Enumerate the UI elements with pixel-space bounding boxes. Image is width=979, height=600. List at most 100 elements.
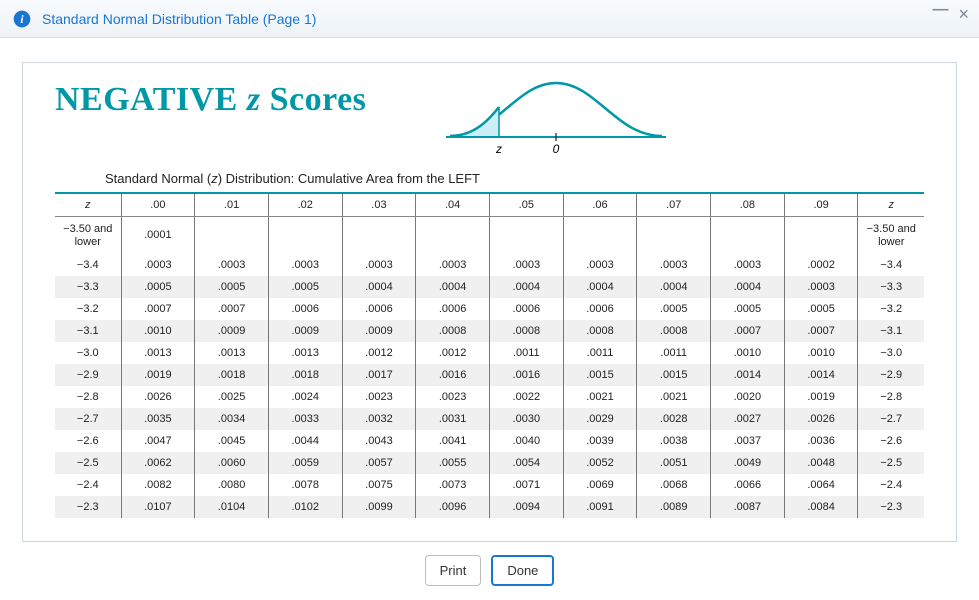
value-cell: .0107 [121, 496, 195, 518]
value-cell: .0035 [121, 408, 195, 430]
info-icon: i [12, 9, 32, 29]
value-cell: .0003 [784, 276, 858, 298]
value-cell [416, 217, 490, 255]
value-cell: .0008 [416, 320, 490, 342]
value-cell: .0022 [489, 386, 563, 408]
value-cell: .0048 [784, 452, 858, 474]
value-cell: .0004 [416, 276, 490, 298]
value-cell: .0004 [563, 276, 637, 298]
table-row: −2.6.0047.0045.0044.0043.0041.0040.0039.… [55, 430, 924, 452]
table-row: −2.7.0035.0034.0033.0032.0031.0030.0029.… [55, 408, 924, 430]
value-cell: .0003 [711, 254, 785, 276]
z-label-cell: −2.8 [55, 386, 121, 408]
normal-curve-diagram: z 0 [436, 77, 676, 162]
value-cell: .0028 [637, 408, 711, 430]
z-label-cell: −2.4 [55, 474, 121, 496]
value-cell: .0032 [342, 408, 416, 430]
value-cell: .0006 [268, 298, 342, 320]
value-cell: .0080 [195, 474, 269, 496]
table-header-cell: .00 [121, 193, 195, 217]
value-cell: .0036 [784, 430, 858, 452]
value-cell: .0049 [711, 452, 785, 474]
value-cell: .0043 [342, 430, 416, 452]
value-cell: .0084 [784, 496, 858, 518]
value-cell: .0054 [489, 452, 563, 474]
value-cell: .0008 [489, 320, 563, 342]
value-cell: .0003 [489, 254, 563, 276]
curve-zero-label: 0 [553, 142, 560, 156]
value-cell: .0045 [195, 430, 269, 452]
value-cell [342, 217, 416, 255]
value-cell: .0014 [711, 364, 785, 386]
value-cell: .0089 [637, 496, 711, 518]
value-cell: .0082 [121, 474, 195, 496]
table-header-cell: .03 [342, 193, 416, 217]
value-cell: .0102 [268, 496, 342, 518]
value-cell: .0096 [416, 496, 490, 518]
value-cell [637, 217, 711, 255]
value-cell: .0004 [711, 276, 785, 298]
print-button[interactable]: Print [425, 555, 482, 586]
table-row: −3.3.0005.0005.0005.0004.0004.0004.0004.… [55, 276, 924, 298]
value-cell: .0018 [195, 364, 269, 386]
value-cell: .0064 [784, 474, 858, 496]
value-cell: .0078 [268, 474, 342, 496]
value-cell: .0052 [563, 452, 637, 474]
value-cell: .0009 [342, 320, 416, 342]
z-label-cell: −2.9 [55, 364, 121, 386]
value-cell: .0010 [121, 320, 195, 342]
value-cell: .0002 [784, 254, 858, 276]
value-cell: .0005 [637, 298, 711, 320]
value-cell: .0013 [195, 342, 269, 364]
value-cell: .0005 [784, 298, 858, 320]
value-cell: .0012 [416, 342, 490, 364]
value-cell [489, 217, 563, 255]
value-cell: .0051 [637, 452, 711, 474]
footer-buttons: Print Done [0, 555, 979, 586]
z-label-cell: −2.7 [858, 408, 924, 430]
table-header-cell: .06 [563, 193, 637, 217]
minimize-icon[interactable]: — [932, 1, 948, 22]
value-cell: .0003 [416, 254, 490, 276]
value-cell: .0014 [784, 364, 858, 386]
table-header-row: z.00.01.02.03.04.05.06.07.08.09z [55, 193, 924, 217]
z-label-cell: −3.3 [55, 276, 121, 298]
z-label-cell: −2.7 [55, 408, 121, 430]
value-cell: .0033 [268, 408, 342, 430]
z-label-cell: −3.1 [55, 320, 121, 342]
z-label-cell: −2.5 [858, 452, 924, 474]
value-cell: .0018 [268, 364, 342, 386]
value-cell: .0055 [416, 452, 490, 474]
value-cell: .0016 [416, 364, 490, 386]
value-cell: .0015 [637, 364, 711, 386]
table-row: −2.5.0062.0060.0059.0057.0055.0054.0052.… [55, 452, 924, 474]
value-cell: .0071 [489, 474, 563, 496]
value-cell: .0060 [195, 452, 269, 474]
value-cell: .0019 [121, 364, 195, 386]
value-cell: .0091 [563, 496, 637, 518]
value-cell: .0025 [195, 386, 269, 408]
close-icon[interactable]: × [958, 4, 969, 25]
table-header-cell: .07 [637, 193, 711, 217]
table-row: −3.2.0007.0007.0006.0006.0006.0006.0006.… [55, 298, 924, 320]
value-cell: .0007 [121, 298, 195, 320]
value-cell: .0037 [711, 430, 785, 452]
done-button[interactable]: Done [491, 555, 554, 586]
z-label-cell: −3.2 [55, 298, 121, 320]
value-cell: .0057 [342, 452, 416, 474]
value-cell: .0044 [268, 430, 342, 452]
value-cell: .0009 [195, 320, 269, 342]
value-cell: .0041 [416, 430, 490, 452]
value-cell: .0069 [563, 474, 637, 496]
value-cell: .0006 [416, 298, 490, 320]
titlebar: i Standard Normal Distribution Table (Pa… [0, 0, 979, 38]
value-cell: .0017 [342, 364, 416, 386]
value-cell: .0075 [342, 474, 416, 496]
z-table: z.00.01.02.03.04.05.06.07.08.09z −3.50 a… [55, 192, 924, 518]
value-cell: .0026 [784, 408, 858, 430]
z-label-cell: −2.9 [858, 364, 924, 386]
z-label-cell: −2.5 [55, 452, 121, 474]
z-label-cell: −3.2 [858, 298, 924, 320]
value-cell: .0094 [489, 496, 563, 518]
value-cell: .0104 [195, 496, 269, 518]
